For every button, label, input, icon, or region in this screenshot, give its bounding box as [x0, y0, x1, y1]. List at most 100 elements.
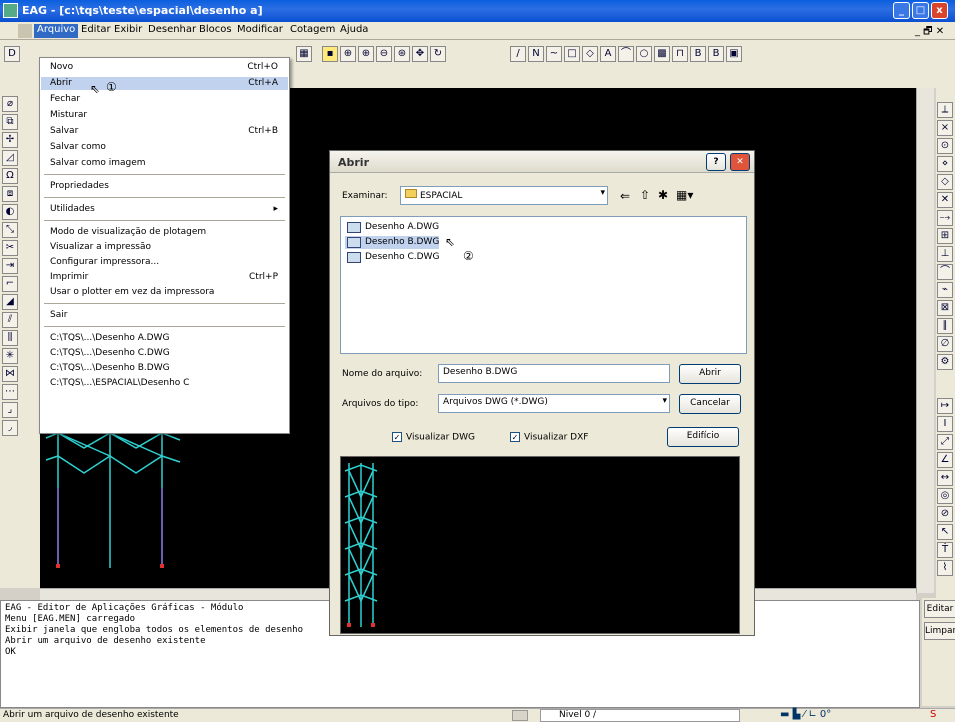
new-icon[interactable]: D: [4, 46, 20, 62]
menu-blocos[interactable]: Blocos: [196, 24, 235, 38]
edificio-button[interactable]: Edifício: [667, 427, 739, 447]
menu-item-configurar[interactable]: Configurar impressora...: [41, 256, 288, 269]
recent-file-1[interactable]: C:\TQS\...\Desenho A.DWG: [41, 332, 288, 345]
close-button[interactable]: x: [931, 2, 948, 19]
snap-node-icon[interactable]: ⋄: [937, 156, 953, 172]
circle-icon[interactable]: ○: [636, 46, 652, 62]
snap-cfg-icon[interactable]: ⚙: [937, 354, 953, 370]
chamfer-icon[interactable]: ◢: [2, 294, 18, 310]
edit-button[interactable]: Editar: [924, 600, 955, 618]
snap-none-icon[interactable]: ∅: [937, 336, 953, 352]
cancel-button[interactable]: Cancelar: [679, 394, 741, 414]
recent-file-3[interactable]: C:\TQS\...\Desenho B.DWG: [41, 362, 288, 375]
dimension-icon[interactable]: ⊓: [672, 46, 688, 62]
visualizar-dwg-checkbox[interactable]: ✓ Visualizar DWG: [392, 432, 475, 443]
back-icon[interactable]: ⇐: [620, 189, 630, 203]
snap-center-icon[interactable]: ⊙: [937, 138, 953, 154]
trim-icon[interactable]: ✂: [2, 240, 18, 256]
menu-item-utilidades[interactable]: Utilidades ▸: [41, 203, 288, 216]
menu-item-novo[interactable]: Novo Ctrl+O: [41, 61, 288, 74]
vertical-scrollbar[interactable]: [916, 88, 934, 593]
dim-angle-icon[interactable]: ∠: [937, 452, 953, 468]
snap-ext-icon[interactable]: ⤍: [937, 210, 953, 226]
dim-radius-icon[interactable]: ◎: [937, 488, 953, 504]
menu-cotagem[interactable]: Cotagem: [287, 24, 338, 38]
menu-item-propriedades[interactable]: Propriedades: [41, 180, 288, 193]
snap-par-icon[interactable]: ∥: [937, 318, 953, 334]
doc-icon[interactable]: [18, 24, 32, 38]
polygon-icon[interactable]: ◇: [582, 46, 598, 62]
menu-item-salvar-como[interactable]: Salvar como: [41, 141, 288, 154]
filetype-select[interactable]: Arquivos DWG (*.DWG) ▾: [438, 394, 670, 413]
redraw-icon[interactable]: ↻: [430, 46, 446, 62]
grid-icon[interactable]: ▦: [296, 46, 312, 62]
zoom-out-icon[interactable]: ⊖: [376, 46, 392, 62]
file-item-selected[interactable]: Desenho B.DWG: [345, 236, 440, 249]
file-list[interactable]: Desenho A.DWG Desenho B.DWG Desenho C.DW…: [340, 216, 747, 354]
snap-int-icon[interactable]: ✕: [937, 192, 953, 208]
zoom-all-icon[interactable]: ⊛: [394, 46, 410, 62]
curve-icon[interactable]: ◞: [2, 420, 18, 436]
zoom-in-icon[interactable]: ⊕: [358, 46, 374, 62]
polyline-icon[interactable]: N: [528, 46, 544, 62]
open-button[interactable]: Abrir: [679, 364, 741, 384]
explode-icon[interactable]: ✳: [2, 348, 18, 364]
snap-status-icon[interactable]: S: [930, 709, 936, 720]
snap-tan-icon[interactable]: ⌒: [937, 264, 953, 280]
dim-base-icon[interactable]: ↔: [937, 470, 953, 486]
join-icon[interactable]: ⋈: [2, 366, 18, 382]
dot-line-icon[interactable]: ⋯: [2, 384, 18, 400]
dim-vert-icon[interactable]: I: [937, 416, 953, 432]
menu-desenhar[interactable]: Desenhar: [145, 24, 199, 38]
erase-icon[interactable]: ⌀: [2, 96, 18, 112]
look-in-select[interactable]: ESPACIAL ▾: [400, 186, 608, 205]
help-button[interactable]: ?: [706, 153, 726, 171]
block-create-icon[interactable]: B: [708, 46, 724, 62]
copy-icon[interactable]: ⧉: [2, 114, 18, 130]
menu-exibir[interactable]: Exibir: [111, 24, 145, 38]
text-icon[interactable]: A: [600, 46, 616, 62]
snap-end-icon[interactable]: ⟂: [937, 102, 953, 118]
menu-modificar[interactable]: Modificar: [234, 24, 286, 38]
array-icon[interactable]: ⧈: [2, 186, 18, 202]
recent-file-2[interactable]: C:\TQS\...\Desenho C.DWG: [41, 347, 288, 360]
block-insert-icon[interactable]: B: [690, 46, 706, 62]
rotate-icon[interactable]: Ω: [2, 168, 18, 184]
snap-app-icon[interactable]: ⊠: [937, 300, 953, 316]
hatch-icon[interactable]: ▩: [654, 46, 670, 62]
corner-icon[interactable]: ⌟: [2, 402, 18, 418]
break-icon[interactable]: ⫽: [2, 312, 18, 328]
filename-input[interactable]: Desenho B.DWG: [438, 364, 670, 383]
arc-icon[interactable]: ⌒: [618, 46, 634, 62]
minimize-button[interactable]: _: [893, 2, 910, 19]
menu-item-imprimir[interactable]: Imprimir Ctrl+P: [41, 271, 288, 284]
snap-quad-icon[interactable]: ◇: [937, 174, 953, 190]
menu-item-misturar[interactable]: Misturar: [41, 109, 288, 122]
menu-item-fechar[interactable]: Fechar: [41, 93, 288, 106]
visualizar-dxf-checkbox[interactable]: ✓ Visualizar DXF: [510, 432, 588, 443]
extend-icon[interactable]: ⇥: [2, 258, 18, 274]
view-menu-icon[interactable]: ▦▾: [676, 188, 693, 202]
stretch-icon[interactable]: ⤡: [2, 222, 18, 238]
dim-edit-icon[interactable]: ⌇: [937, 560, 953, 576]
spline-icon[interactable]: ~: [546, 46, 562, 62]
dim-diam-icon[interactable]: ⊘: [937, 506, 953, 522]
menu-item-salvar[interactable]: Salvar Ctrl+B: [41, 125, 288, 138]
fillet-icon[interactable]: ⌐: [2, 276, 18, 292]
dim-text-icon[interactable]: Ṫ: [937, 542, 953, 558]
line-icon[interactable]: /: [510, 46, 526, 62]
snap-mid-icon[interactable]: ×: [937, 120, 953, 136]
up-folder-icon[interactable]: ⇧: [640, 188, 650, 202]
menu-item-sair[interactable]: Sair: [41, 309, 288, 322]
dim-leader-icon[interactable]: ↖: [937, 524, 953, 540]
menu-item-plotter[interactable]: Usar o plotter em vez da impressora: [41, 286, 288, 299]
menu-arquivo[interactable]: Arquivo: [34, 24, 79, 38]
layer-field[interactable]: Nivel 0 /: [540, 709, 740, 722]
clear-button[interactable]: Limpar: [924, 622, 955, 640]
file-item[interactable]: Desenho A.DWG: [345, 221, 439, 234]
maximize-button[interactable]: □: [912, 2, 929, 19]
menu-item-visualizar-impressao[interactable]: Visualizar a impressão: [41, 241, 288, 254]
snap-ins-icon[interactable]: ⊞: [937, 228, 953, 244]
mirror-icon[interactable]: ◿: [2, 150, 18, 166]
snap-icon[interactable]: ▪: [322, 46, 338, 62]
